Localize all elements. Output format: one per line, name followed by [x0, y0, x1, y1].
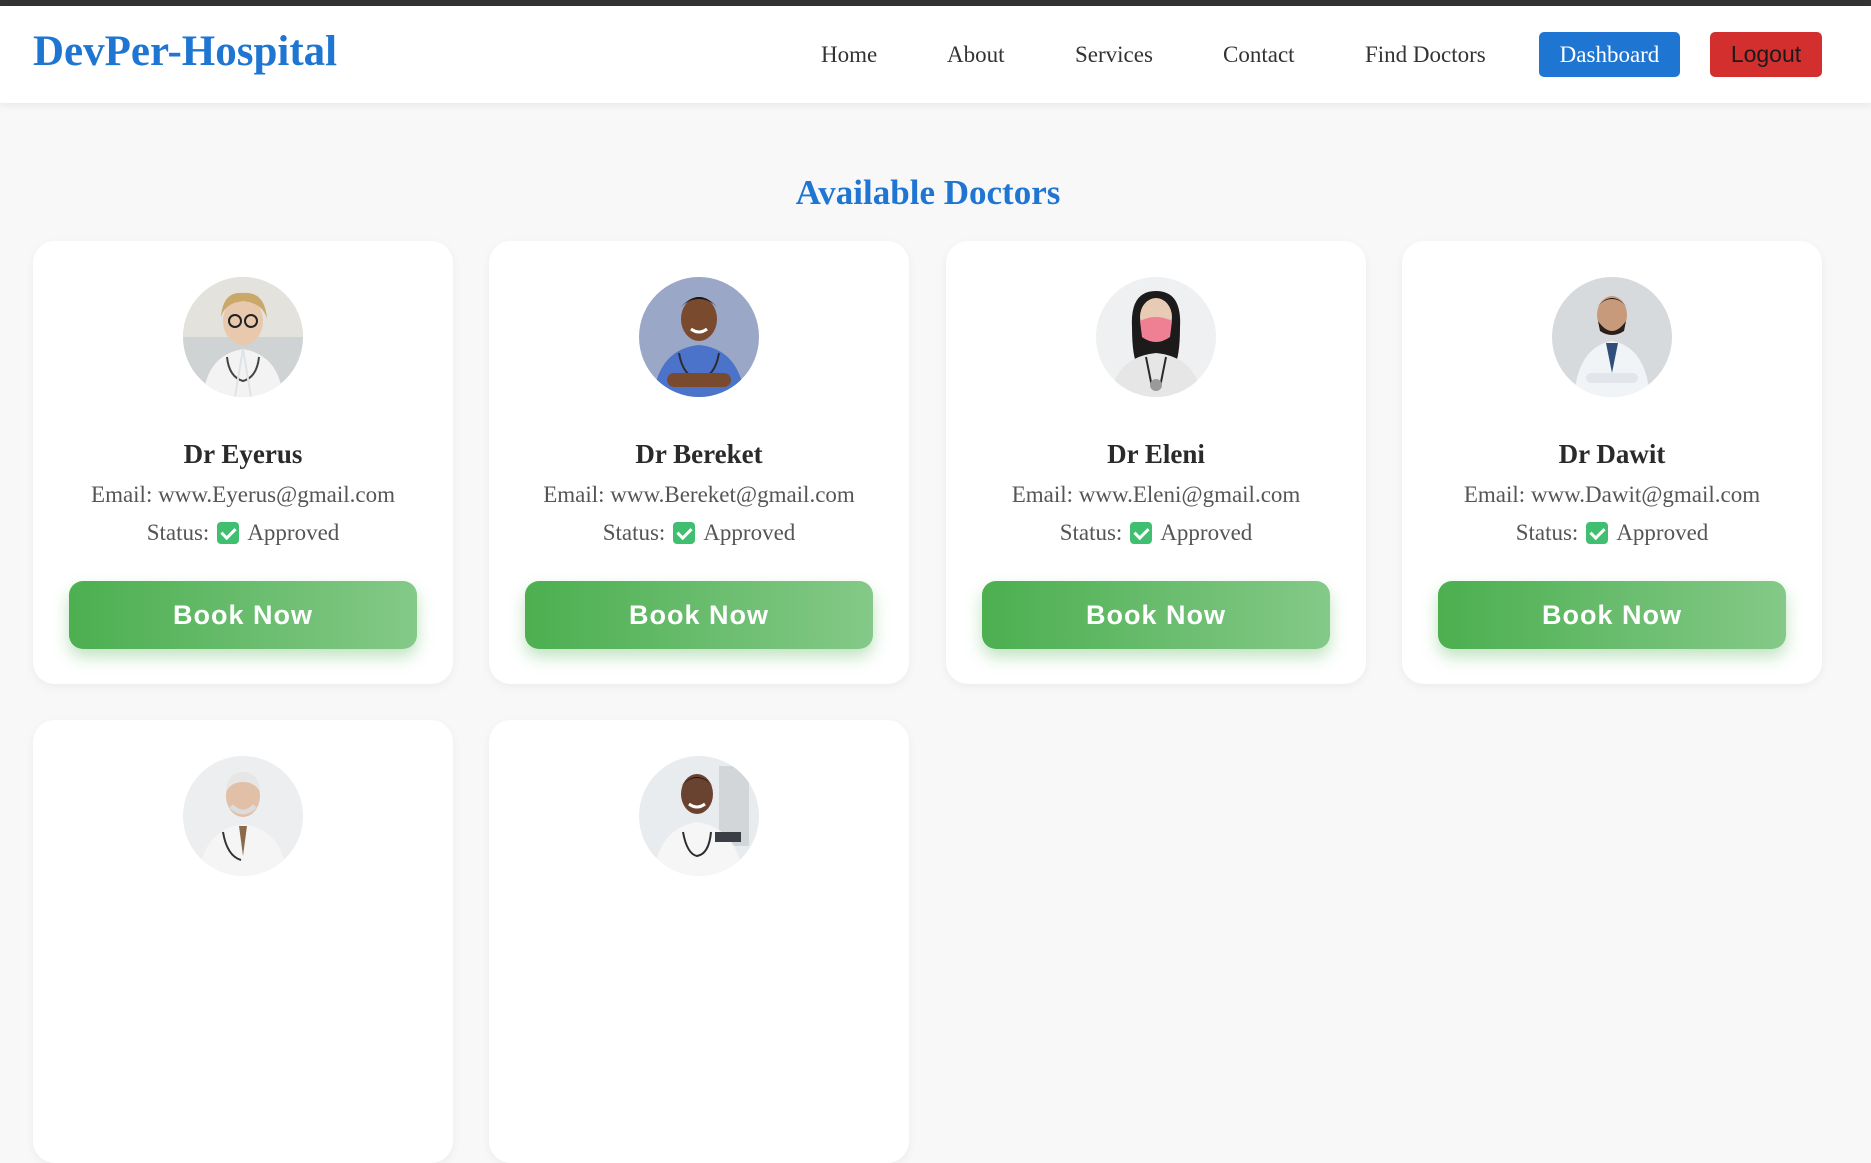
status-value: Approved [703, 520, 796, 545]
status-label: Status: [602, 520, 666, 545]
doctor-email: Email: www.Eleni@gmail.com [946, 483, 1366, 506]
doctor-avatar [183, 756, 303, 876]
doctor-avatar [1096, 277, 1216, 397]
doctor-avatar [183, 277, 303, 397]
doctor-avatar [639, 277, 759, 397]
doctor-status: Status: Approved [1402, 521, 1822, 544]
email-value: www.Dawit@gmail.com [1530, 482, 1761, 507]
doctor-name: Dr Dawit [1558, 439, 1666, 469]
doctor-email: Email: www.Bereket@gmail.com [489, 483, 909, 506]
email-label: Email: [1011, 482, 1079, 507]
doctor-name: Dr Eleni [1107, 439, 1205, 469]
doctor-status: Status: Approved [489, 521, 909, 544]
check-icon [1130, 521, 1153, 544]
status-value: Approved [1160, 520, 1253, 545]
doctor-card: Dr Dawit Email: www.Dawit@gmail.com Stat… [1402, 241, 1822, 684]
book-now-button[interactable]: Book Now [525, 581, 873, 649]
doctor-status: Status: Approved [946, 521, 1366, 544]
status-value: Approved [1616, 520, 1709, 545]
navbar: DevPer-Hospital Home About Services Cont… [0, 6, 1871, 103]
doctor-card [33, 720, 453, 1163]
logout-button[interactable]: Logout [1710, 32, 1822, 77]
status-label: Status: [1515, 520, 1579, 545]
doctor-card [489, 720, 909, 1163]
check-icon [673, 521, 696, 544]
email-label: Email: [1463, 482, 1531, 507]
book-now-button[interactable]: Book Now [1438, 581, 1786, 649]
nav-links: Home About Services Contact Find Doctors… [0, 6, 1871, 103]
email-value: www.Bereket@gmail.com [610, 482, 855, 507]
check-icon [217, 521, 240, 544]
page-title: Available Doctors [795, 173, 1061, 213]
status-value: Approved [247, 520, 340, 545]
doctor-status: Status: Approved [33, 521, 453, 544]
nav-about[interactable]: About [947, 43, 1005, 66]
doctor-avatar [1552, 277, 1672, 397]
email-value: www.Eyerus@gmail.com [158, 482, 395, 507]
nav-contact[interactable]: Contact [1223, 43, 1295, 66]
doctor-email: Email: www.Eyerus@gmail.com [33, 483, 453, 506]
doctor-card: Dr Bereket Email: www.Bereket@gmail.com … [489, 241, 909, 684]
doctor-card: Dr Eyerus Email: www.Eyerus@gmail.com St… [33, 241, 453, 684]
dashboard-button[interactable]: Dashboard [1539, 32, 1680, 77]
doctor-name: Dr Bereket [635, 439, 763, 469]
doctor-name: Dr Eyerus [183, 439, 303, 469]
email-value: www.Eleni@gmail.com [1078, 482, 1301, 507]
email-label: Email: [543, 482, 611, 507]
doctor-avatar [639, 756, 759, 876]
book-now-button[interactable]: Book Now [69, 581, 417, 649]
nav-home[interactable]: Home [821, 43, 877, 66]
check-icon [1586, 521, 1609, 544]
doctor-email: Email: www.Dawit@gmail.com [1402, 483, 1822, 506]
status-label: Status: [146, 520, 210, 545]
email-label: Email: [91, 482, 159, 507]
book-now-button[interactable]: Book Now [982, 581, 1330, 649]
doctor-card: Dr Eleni Email: www.Eleni@gmail.com Stat… [946, 241, 1366, 684]
status-label: Status: [1059, 520, 1123, 545]
nav-services[interactable]: Services [1075, 43, 1153, 66]
nav-find-doctors[interactable]: Find Doctors [1365, 43, 1486, 66]
